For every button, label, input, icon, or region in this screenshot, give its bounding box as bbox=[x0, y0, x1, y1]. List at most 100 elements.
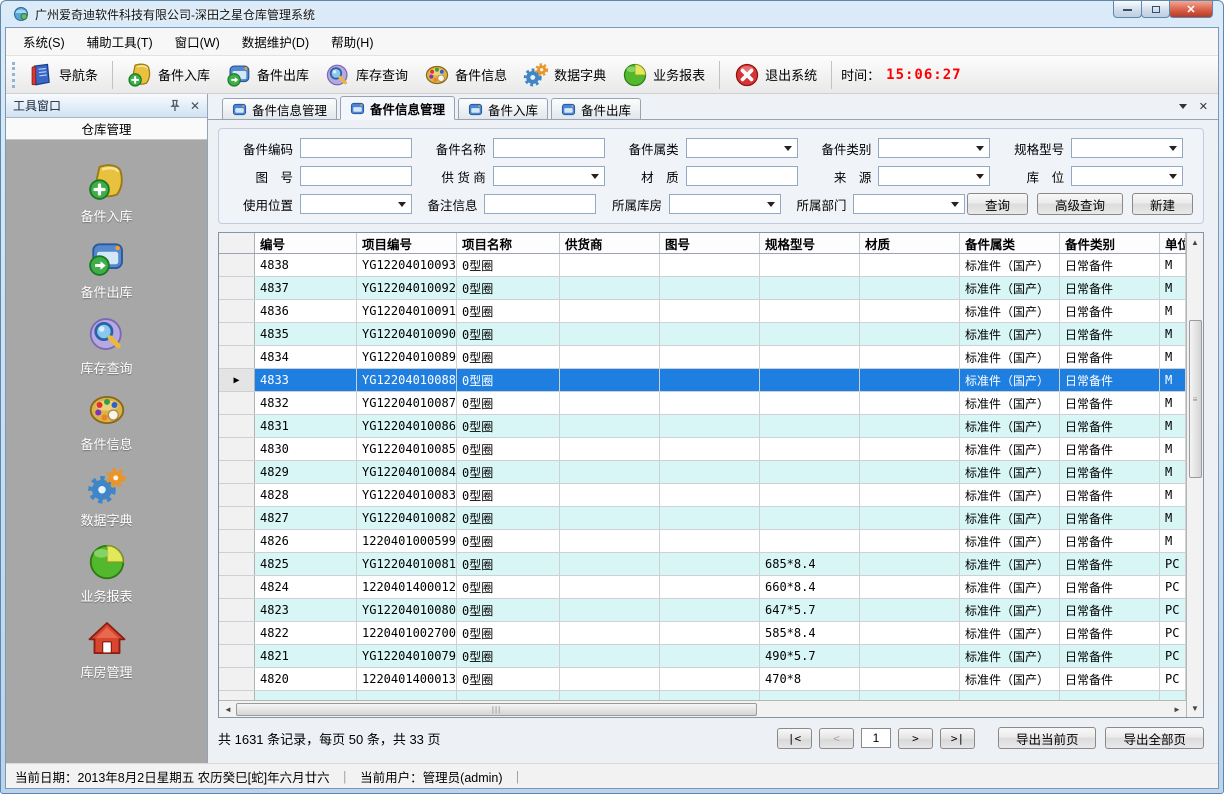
row-selector[interactable] bbox=[219, 323, 255, 345]
row-selector[interactable] bbox=[219, 438, 255, 460]
table-row[interactable]: 4835YG122040100900型圈标准件（国产）日常备件M bbox=[219, 323, 1186, 346]
scroll-left-icon[interactable]: ◄ bbox=[220, 702, 236, 717]
table-row[interactable]: 4823YG122040100800型圈647*5.7标准件（国产）日常备件PC bbox=[219, 599, 1186, 622]
tab-2[interactable]: 备件入库 bbox=[458, 98, 548, 119]
sidebar-item-2[interactable]: 库存查询 bbox=[6, 314, 207, 377]
prev-page-button[interactable]: < bbox=[819, 728, 854, 749]
table-row[interactable]: 4828YG122040100830型圈标准件（国产）日常备件M bbox=[219, 484, 1186, 507]
column-header-spec[interactable]: 规格型号 bbox=[760, 233, 860, 253]
row-selector[interactable]: ▶ bbox=[219, 369, 255, 391]
column-header-project_code[interactable]: 项目编号 bbox=[357, 233, 457, 253]
export-current-page-button[interactable]: 导出当前页 bbox=[998, 727, 1097, 749]
first-page-button[interactable]: |< bbox=[777, 728, 812, 749]
row-selector[interactable] bbox=[219, 576, 255, 598]
table-row[interactable]: 4829YG122040100840型圈标准件（国产）日常备件M bbox=[219, 461, 1186, 484]
tab-1[interactable]: 备件信息管理 bbox=[340, 96, 455, 120]
sidebar-item-5[interactable]: 业务报表 bbox=[6, 542, 207, 605]
row-selector[interactable] bbox=[219, 300, 255, 322]
menu-item-4[interactable]: 帮助(H) bbox=[320, 28, 384, 55]
row-selector[interactable] bbox=[219, 277, 255, 299]
last-page-button[interactable]: >| bbox=[940, 728, 975, 749]
menu-item-3[interactable]: 数据维护(D) bbox=[231, 28, 320, 55]
menu-item-0[interactable]: 系统(S) bbox=[12, 28, 76, 55]
minimize-button[interactable] bbox=[1113, 1, 1142, 18]
location-select[interactable] bbox=[1071, 166, 1183, 186]
toolbar-button-4[interactable]: 备件信息 bbox=[417, 59, 514, 91]
table-row[interactable]: 482212204010027000型圈585*8.4标准件（国产）日常备件PC bbox=[219, 622, 1186, 645]
toolbar-button-2[interactable]: 备件出库 bbox=[219, 59, 316, 91]
column-header-supplier[interactable]: 供货商 bbox=[560, 233, 660, 253]
column-header-id[interactable]: 编号 bbox=[255, 233, 357, 253]
scroll-down-icon[interactable]: ▼ bbox=[1187, 700, 1203, 716]
supplier-select[interactable] bbox=[493, 166, 605, 186]
spec-model-select[interactable] bbox=[1071, 138, 1183, 158]
row-selector[interactable] bbox=[219, 530, 255, 552]
department-select[interactable] bbox=[853, 194, 965, 214]
sidebar-item-3[interactable]: 备件信息 bbox=[6, 390, 207, 453]
sidebar-item-0[interactable]: 备件入库 bbox=[6, 162, 207, 225]
next-page-button[interactable]: > bbox=[898, 728, 933, 749]
row-selector[interactable] bbox=[219, 346, 255, 368]
part-name-input[interactable] bbox=[493, 138, 605, 158]
table-row[interactable]: 4836YG122040100910型圈标准件（国产）日常备件M bbox=[219, 300, 1186, 323]
column-header-type[interactable]: 备件类别 bbox=[1060, 233, 1160, 253]
column-header-unit[interactable]: 单位 bbox=[1160, 233, 1186, 253]
table-row[interactable]: 482012204014000130型圈470*8标准件（国产）日常备件PC bbox=[219, 668, 1186, 691]
pin-icon[interactable] bbox=[168, 99, 182, 113]
toolbar-button-0[interactable]: 导航条 bbox=[21, 59, 105, 91]
part-code-input[interactable] bbox=[300, 138, 412, 158]
tab-3[interactable]: 备件出库 bbox=[551, 98, 641, 119]
row-selector[interactable] bbox=[219, 645, 255, 667]
warehouse-select[interactable] bbox=[669, 194, 781, 214]
row-selector[interactable] bbox=[219, 622, 255, 644]
material-input[interactable] bbox=[686, 166, 798, 186]
drawing-no-input[interactable] bbox=[300, 166, 412, 186]
column-header-category[interactable]: 备件属类 bbox=[960, 233, 1060, 253]
table-row[interactable]: 4838YG122040100930型圈标准件（国产）日常备件M bbox=[219, 254, 1186, 277]
toolbar-grip[interactable] bbox=[12, 62, 16, 88]
sidebar-item-6[interactable]: 库房管理 bbox=[6, 618, 207, 681]
table-row[interactable]: 4837YG122040100920型圈标准件（国产）日常备件M bbox=[219, 277, 1186, 300]
toolbar-button-1[interactable]: 备件入库 bbox=[120, 59, 217, 91]
table-row[interactable]: 4831YG122040100860型圈标准件（国产）日常备件M bbox=[219, 415, 1186, 438]
table-row[interactable]: 4832YG122040100870型圈标准件（国产）日常备件M bbox=[219, 392, 1186, 415]
scroll-right-icon[interactable]: ► bbox=[1169, 702, 1185, 717]
table-row[interactable]: 4825YG122040100810型圈685*8.4标准件（国产）日常备件PC bbox=[219, 553, 1186, 576]
toolbar-button-3[interactable]: 库存查询 bbox=[318, 59, 415, 91]
column-header-material[interactable]: 材质 bbox=[860, 233, 960, 253]
table-row[interactable]: 4830YG122040100850型圈标准件（国产）日常备件M bbox=[219, 438, 1186, 461]
sidebar-item-1[interactable]: 备件出库 bbox=[6, 238, 207, 301]
table-row[interactable]: ▶4833YG122040100880型圈标准件（国产）日常备件M bbox=[219, 369, 1186, 392]
export-all-pages-button[interactable]: 导出全部页 bbox=[1105, 727, 1204, 749]
row-selector[interactable] bbox=[219, 392, 255, 414]
toolbar-button-7[interactable]: 退出系统 bbox=[727, 59, 824, 91]
horizontal-scroll-thumb[interactable]: ||| bbox=[236, 703, 757, 716]
scroll-up-icon[interactable]: ▲ bbox=[1187, 234, 1203, 250]
sidebar-item-4[interactable]: 数据字典 bbox=[6, 466, 207, 529]
row-selector[interactable] bbox=[219, 507, 255, 529]
table-row[interactable]: 4834YG122040100890型圈标准件（国产）日常备件M bbox=[219, 346, 1186, 369]
usage-position-select[interactable] bbox=[300, 194, 412, 214]
table-row[interactable]: 482412204014000120型圈660*8.4标准件（国产）日常备件PC bbox=[219, 576, 1186, 599]
restore-button[interactable] bbox=[1141, 1, 1170, 18]
close-button[interactable]: ✕ bbox=[1169, 1, 1213, 18]
toolbar-button-6[interactable]: 业务报表 bbox=[615, 59, 712, 91]
page-number-input[interactable] bbox=[861, 728, 891, 748]
menu-item-2[interactable]: 窗口(W) bbox=[164, 28, 231, 55]
advanced-query-button[interactable]: 高级查询 bbox=[1037, 193, 1123, 215]
tool-window-close-icon[interactable]: ✕ bbox=[190, 100, 200, 112]
table-row[interactable]: 4821YG122040100790型圈490*5.7标准件（国产）日常备件PC bbox=[219, 645, 1186, 668]
row-selector[interactable] bbox=[219, 415, 255, 437]
tab-list-dropdown-icon[interactable] bbox=[1179, 104, 1187, 109]
sidebar-group-header[interactable]: 仓库管理 bbox=[6, 118, 207, 140]
toolbar-button-5[interactable]: 数据字典 bbox=[516, 59, 613, 91]
row-selector[interactable] bbox=[219, 461, 255, 483]
tab-close-icon[interactable]: ✕ bbox=[1199, 100, 1208, 113]
menu-item-1[interactable]: 辅助工具(T) bbox=[76, 28, 164, 55]
part-category-select[interactable] bbox=[686, 138, 798, 158]
column-header-project_name[interactable]: 项目名称 bbox=[457, 233, 560, 253]
horizontal-scrollbar[interactable]: ◄ ||| ► bbox=[219, 700, 1186, 717]
vertical-scrollbar[interactable]: ▲ ≡ ▼ bbox=[1186, 233, 1203, 717]
tab-0[interactable]: 备件信息管理 bbox=[222, 98, 337, 119]
table-row[interactable]: 4827YG122040100820型圈标准件（国产）日常备件M bbox=[219, 507, 1186, 530]
